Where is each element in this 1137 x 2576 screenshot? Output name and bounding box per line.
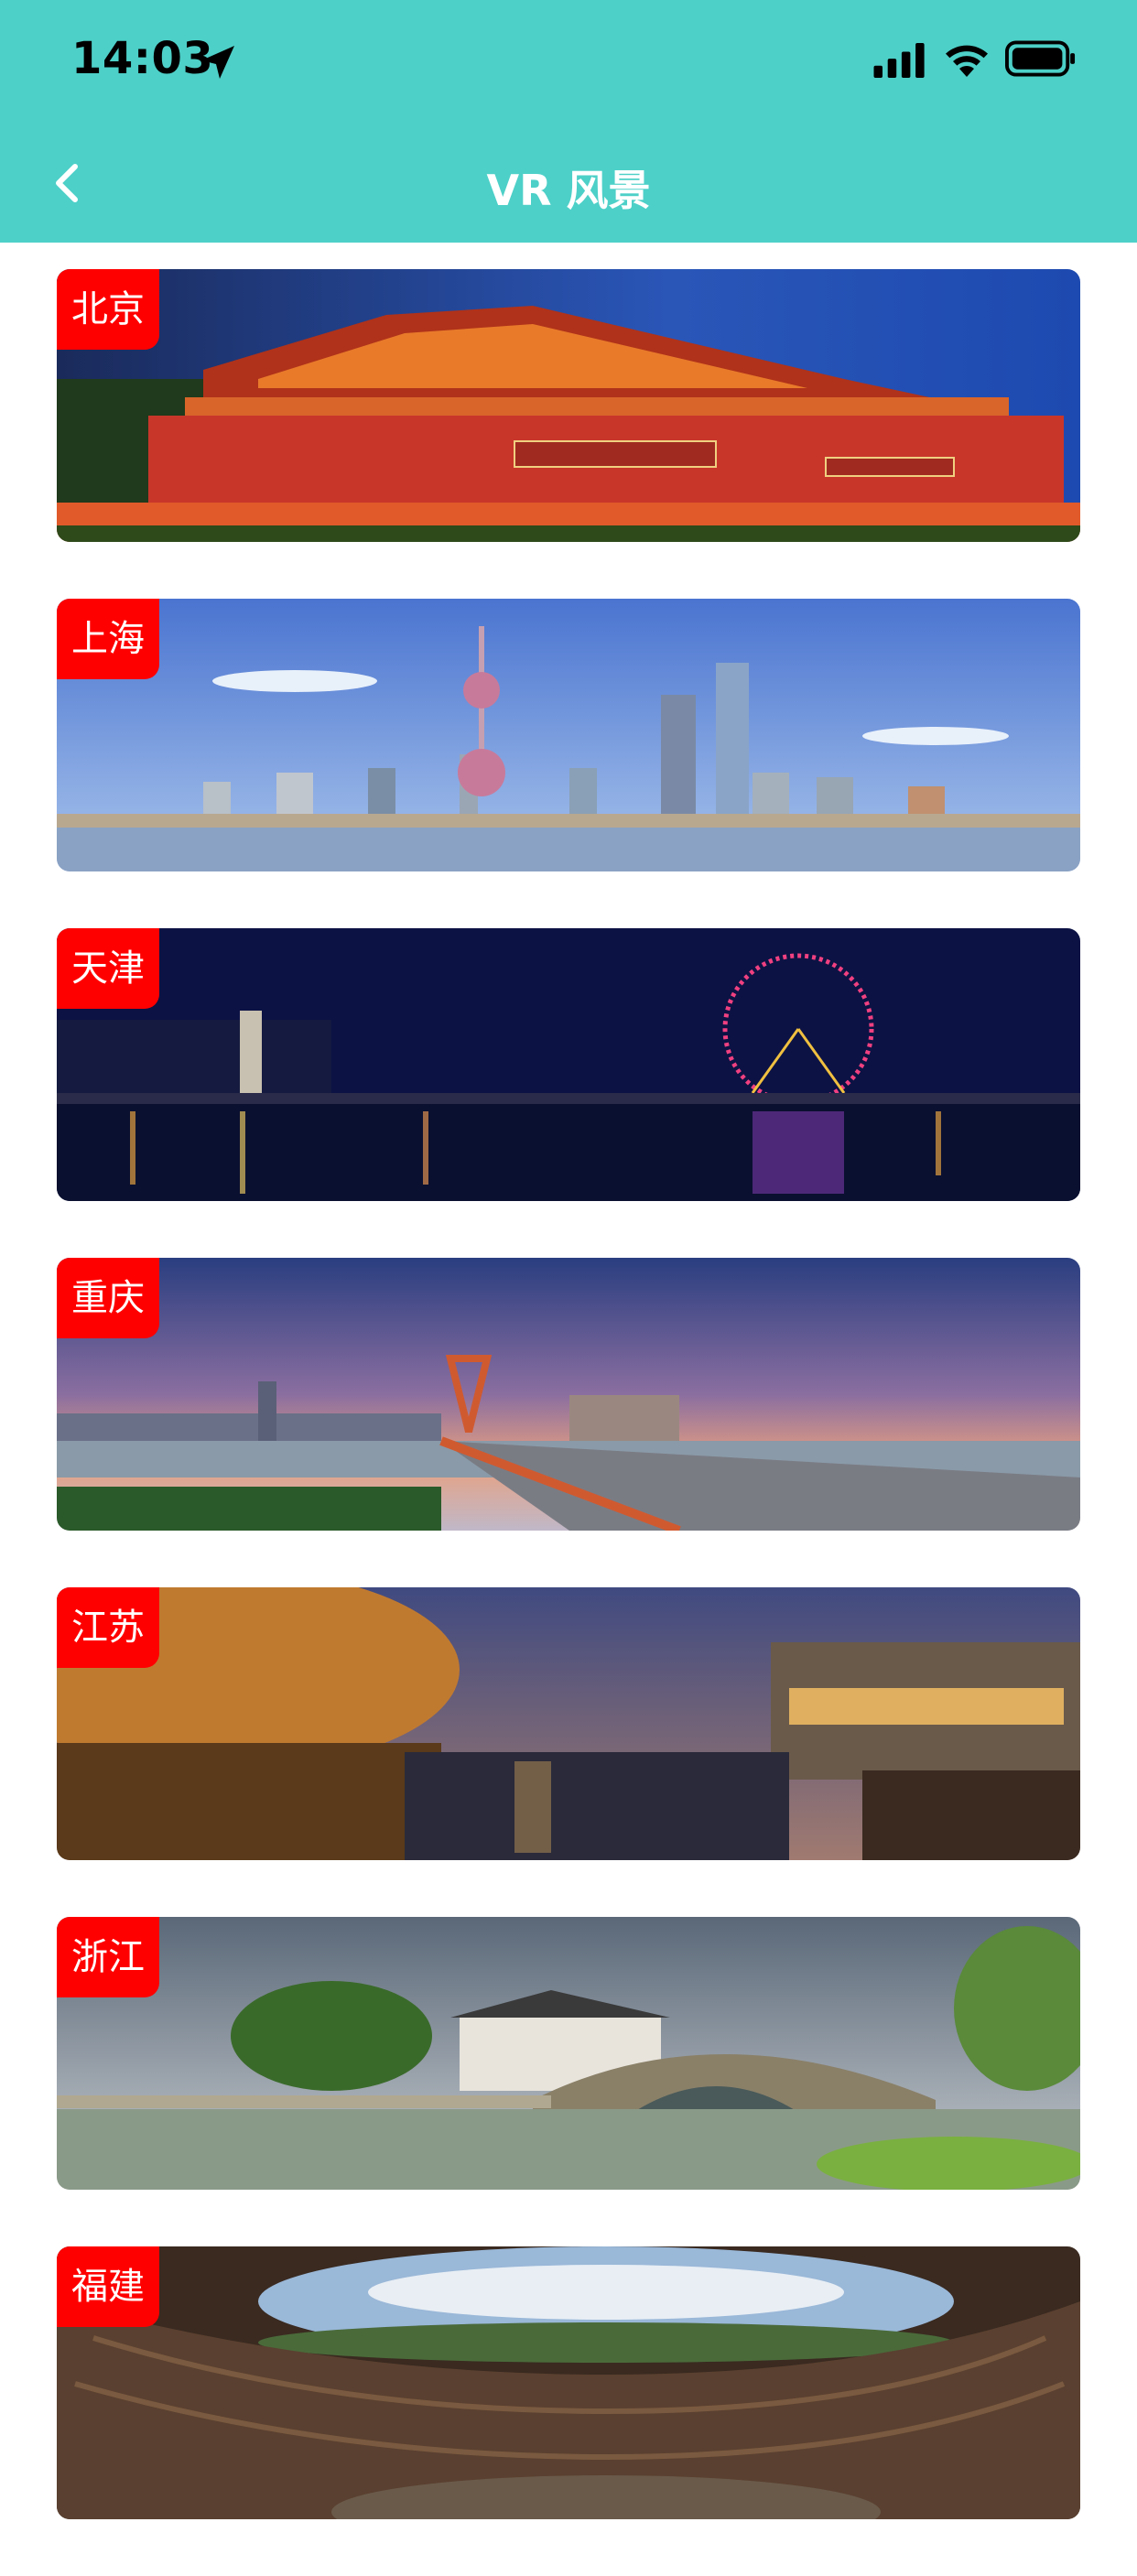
scenery-card-shanghai[interactable]: 上海 xyxy=(57,599,1080,871)
battery-icon xyxy=(1005,40,1076,77)
province-tag: 福建 xyxy=(57,2246,159,2327)
header: 14:03 VR 风景 xyxy=(0,0,1137,243)
nav-bar: VR 风景 xyxy=(0,137,1137,229)
scenery-card-tianjin[interactable]: 天津 xyxy=(57,928,1080,1201)
scenery-card-zhejiang[interactable]: 浙江 xyxy=(57,1917,1080,2190)
scenery-card-chongqing[interactable]: 重庆 xyxy=(57,1258,1080,1531)
water-town-night-image xyxy=(57,1587,1080,1860)
scenery-card-jiangsu[interactable]: 江苏 xyxy=(57,1587,1080,1860)
tianjin-eye-night-image xyxy=(57,928,1080,1201)
province-tag: 浙江 xyxy=(57,1917,159,1997)
scenery-list: 北京 上海 天津 重庆 江苏 浙江 福建 xyxy=(57,269,1080,2576)
scenery-card-fujian[interactable]: 福建 xyxy=(57,2246,1080,2519)
stone-arch-bridge-image xyxy=(57,1917,1080,2190)
scenery-card-beijing[interactable]: 北京 xyxy=(57,269,1080,542)
status-time: 14:03 xyxy=(71,33,214,84)
province-tag: 天津 xyxy=(57,928,159,1009)
tulou-courtyard-image xyxy=(57,2246,1080,2519)
province-tag: 重庆 xyxy=(57,1258,159,1338)
shanghai-skyline-image xyxy=(57,599,1080,871)
location-arrow-icon xyxy=(201,46,234,79)
forbidden-city-gate-image xyxy=(57,269,1080,542)
status-bar: 14:03 xyxy=(0,0,1137,124)
province-tag: 上海 xyxy=(57,599,159,679)
wifi-icon xyxy=(946,45,988,77)
province-tag: 江苏 xyxy=(57,1587,159,1668)
page-title: VR 风景 xyxy=(486,166,651,215)
chongqing-bridge-image xyxy=(57,1258,1080,1531)
province-tag: 北京 xyxy=(57,269,159,350)
cellular-signal-icon xyxy=(873,43,925,78)
